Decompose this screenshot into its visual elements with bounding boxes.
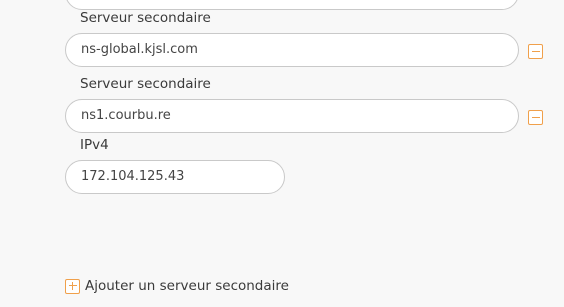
secondary-server-1-input[interactable]: ns-global.kjsl.com [65,33,519,67]
add-secondary-server-button[interactable]: Ajouter un serveur secondaire [65,278,289,294]
ipv4-input[interactable]: 172.104.125.43 [65,160,285,194]
secondary-server-2-input[interactable]: ns1.courbu.re [65,99,519,133]
add-secondary-server-label: Ajouter un serveur secondaire [85,278,289,294]
plus-square-icon [65,278,80,294]
secondary-server-1-label: Serveur secondaire [80,10,211,26]
ipv4-label: IPv4 [80,137,109,153]
remove-secondary-server-2-button[interactable] [528,110,543,125]
secondary-server-2-label: Serveur secondaire [80,76,211,92]
remove-secondary-server-1-button[interactable] [528,44,543,59]
previous-field-partial[interactable] [65,0,519,10]
